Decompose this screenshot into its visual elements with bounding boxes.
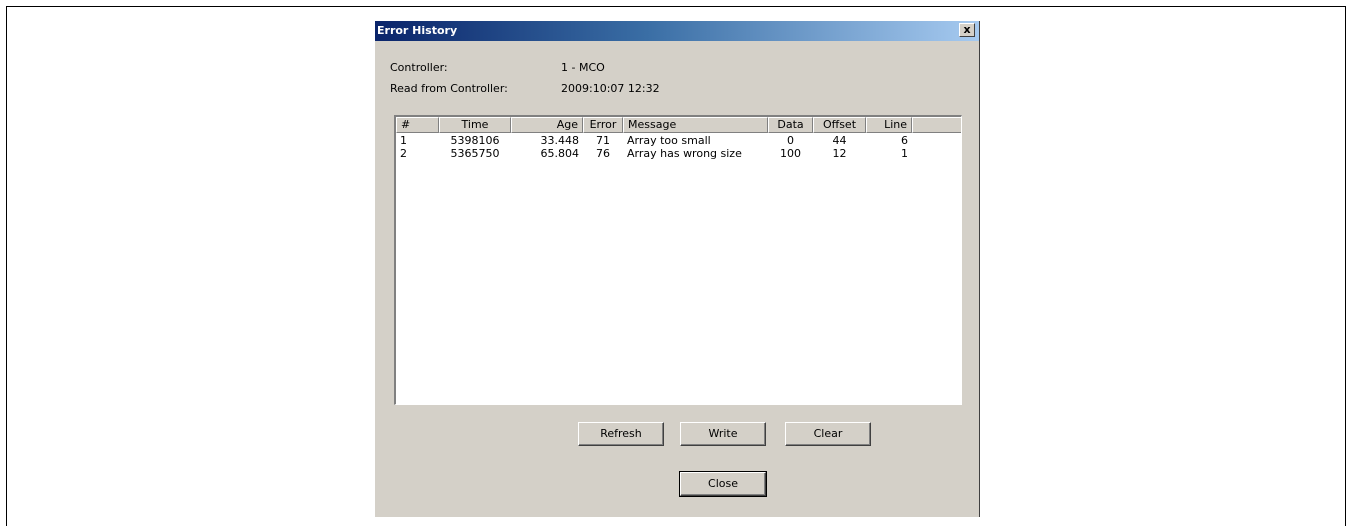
column-header-line[interactable]: Line bbox=[866, 117, 912, 133]
read-from-controller-label: Read from Controller: bbox=[390, 82, 508, 95]
refresh-button[interactable]: Refresh bbox=[578, 422, 664, 446]
column-header-message[interactable]: Message bbox=[623, 117, 768, 133]
write-button[interactable]: Write bbox=[680, 422, 766, 446]
column-header-data[interactable]: Data bbox=[768, 117, 813, 133]
column-header-error[interactable]: Error bbox=[583, 117, 623, 133]
row-offset: 44 bbox=[832, 134, 847, 147]
clear-button[interactable]: Clear bbox=[785, 422, 871, 446]
error-list[interactable]: # Time Age Error Message Data Offset Lin… bbox=[394, 115, 962, 405]
column-header-offset[interactable]: Offset bbox=[813, 117, 866, 133]
list-header: # Time Age Error Message Data Offset Lin… bbox=[396, 117, 961, 133]
row-time: 5398106 bbox=[450, 134, 500, 147]
close-button[interactable]: Close bbox=[679, 471, 767, 497]
table-row[interactable]: 1 5398106 33.448 71 Array too small 0 44… bbox=[396, 134, 961, 147]
row-age: 33.448 bbox=[540, 134, 580, 147]
table-row[interactable]: 2 5365750 65.804 76 Array has wrong size… bbox=[396, 147, 961, 160]
row-offset: 12 bbox=[832, 147, 847, 160]
row-error: 71 bbox=[596, 134, 610, 147]
row-message: Array has wrong size bbox=[627, 147, 742, 160]
row-error: 76 bbox=[596, 147, 610, 160]
window-title: Error History bbox=[377, 24, 458, 37]
row-message: Array too small bbox=[627, 134, 711, 147]
close-icon[interactable]: x bbox=[959, 23, 975, 37]
title-bar[interactable]: Error History x bbox=[375, 21, 979, 41]
row-number: 1 bbox=[400, 134, 407, 147]
column-header-filler bbox=[912, 117, 961, 133]
row-time: 5365750 bbox=[450, 147, 500, 160]
column-header-number[interactable]: # bbox=[396, 117, 439, 133]
controller-label: Controller: bbox=[390, 61, 448, 74]
row-line: 6 bbox=[901, 134, 908, 147]
controller-value: 1 - MCO bbox=[561, 61, 605, 74]
row-number: 2 bbox=[400, 147, 407, 160]
error-history-dialog: Error History x Controller: 1 - MCO Read… bbox=[374, 21, 980, 517]
row-line: 1 bbox=[901, 147, 908, 160]
row-age: 65.804 bbox=[540, 147, 580, 160]
column-header-age[interactable]: Age bbox=[511, 117, 583, 133]
read-from-controller-value: 2009:10:07 12:32 bbox=[561, 82, 660, 95]
row-data: 0 bbox=[787, 134, 794, 147]
column-header-time[interactable]: Time bbox=[439, 117, 511, 133]
row-data: 100 bbox=[780, 147, 801, 160]
